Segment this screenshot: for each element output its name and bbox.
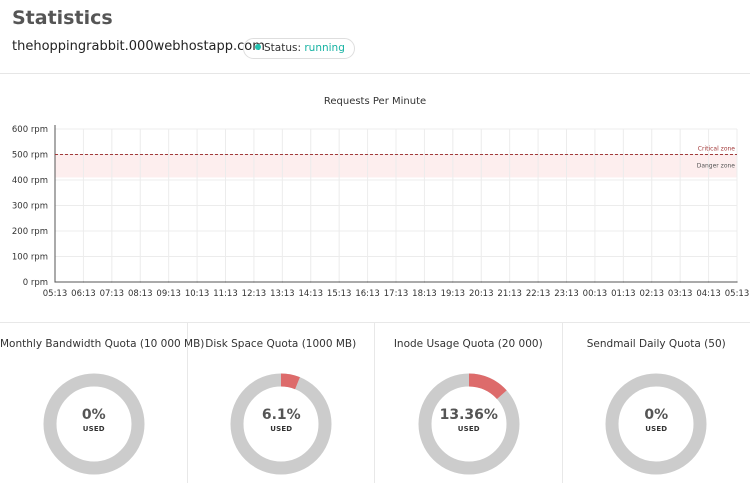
x-tick-label: 23:13	[554, 289, 579, 299]
quota-card: Sendmail Daily Quota (50) 0% USED	[563, 323, 750, 483]
x-tick-label: 01:13	[611, 289, 636, 299]
x-tick-label: 07:13	[100, 289, 125, 299]
series-point	[679, 281, 681, 283]
quota-card: Monthly Bandwidth Quota (10 000 MB) 0% USE…	[0, 323, 205, 483]
usage-percent: 13.36%	[439, 407, 498, 423]
series-point	[452, 281, 454, 283]
quota-panel: Monthly Bandwidth Quota (10 000 MB) 0% USE…	[0, 323, 750, 483]
series-point	[253, 281, 255, 283]
used-label: USED	[457, 425, 480, 433]
x-tick-label: 19:13	[441, 289, 466, 299]
requests-chart-card: 600 rpm 500 rpm 400 rpm 300 rpm 200 rpm 100 r…	[0, 82, 750, 314]
quota-title: Monthly Bandwidth Quota (10 000 MB)	[0, 338, 205, 350]
x-tick-label: 21:13	[497, 289, 522, 299]
quota-title: Sendmail Daily Quota (50)	[586, 338, 726, 350]
y-tick-label: 500 rpm	[12, 151, 48, 161]
series-point	[565, 281, 568, 283]
x-tick-label: 17:13	[384, 289, 409, 299]
y-tick-label: 400 rpm	[12, 176, 48, 186]
page-header: Statistics thehoppingrabbit.000webhostap…	[0, 0, 750, 74]
y-tick-label: 300 rpm	[12, 202, 48, 212]
used-label: USED	[645, 425, 668, 433]
quota-title: Inode Usage Quota (20 000)	[393, 338, 543, 350]
y-tick-label: 0 rpm	[23, 278, 48, 288]
usage-percent: 0%	[644, 407, 669, 423]
usage-percent: 6.1%	[261, 407, 301, 423]
x-tick-label: 06:13	[71, 289, 96, 299]
quota-card: Disk Space Quota (1000 MB) 6.1% USED	[188, 323, 375, 483]
series-point	[366, 281, 369, 283]
series-point	[537, 281, 539, 283]
usage-percent: 0%	[81, 407, 106, 423]
series-point	[281, 281, 283, 283]
x-tick-label: 18:13	[412, 289, 437, 299]
usage-donut: 6.1% USED	[230, 373, 332, 475]
usage-donut: 0% USED	[43, 373, 145, 475]
series-point	[651, 281, 653, 283]
x-tick-label: 20:13	[469, 289, 494, 299]
y-tick-label: 100 rpm	[12, 253, 48, 263]
usage-donut: 0% USED	[605, 373, 707, 475]
x-tick-label: 13:13	[270, 289, 295, 299]
x-tick-label: 12:13	[242, 289, 267, 299]
x-tick-label: 09:13	[156, 289, 181, 299]
series-point	[594, 281, 596, 283]
x-tick-label: 11:13	[213, 289, 238, 299]
donut-track	[230, 373, 332, 475]
series-point	[736, 281, 738, 283]
series-point	[82, 281, 85, 283]
status-badge: Status: running	[243, 38, 355, 59]
x-tick-label: 10:13	[185, 289, 210, 299]
donut-ring	[43, 373, 145, 475]
series-point	[139, 281, 141, 283]
series-point	[480, 281, 482, 283]
donut-ring	[230, 373, 332, 475]
donut-track	[43, 373, 145, 475]
status-label: Status:	[264, 42, 301, 54]
series-point	[622, 281, 624, 283]
x-tick-label: 00:13	[583, 289, 608, 299]
x-tick-label: 15:13	[327, 289, 352, 299]
page-title: Statistics	[12, 7, 113, 29]
donut-ring	[418, 373, 520, 475]
x-tick-label: 03:13	[668, 289, 693, 299]
x-tick-label: 04:13	[696, 289, 721, 299]
series-point	[509, 281, 511, 283]
series-point	[707, 281, 710, 283]
requests-chart: 600 rpm 500 rpm 400 rpm 300 rpm 200 rpm 100 r…	[12, 125, 750, 299]
x-tick-label: 16:13	[355, 289, 380, 299]
danger-zone-label: Danger zone	[697, 163, 736, 170]
used-label: USED	[82, 425, 105, 433]
x-tick-label: 08:13	[128, 289, 153, 299]
series-point	[196, 281, 198, 283]
site-domain: thehoppingrabbit.000webhostapp.com	[12, 39, 265, 54]
series-point	[168, 281, 170, 283]
quota-title: Disk Space Quota (1000 MB)	[205, 338, 357, 350]
x-tick-label: 05:13	[43, 289, 68, 299]
status-dot-icon	[255, 44, 261, 50]
critical-zone-label: Critical zone	[698, 146, 736, 153]
donut-ring	[605, 373, 707, 475]
usage-donut: 13.36% USED	[418, 373, 520, 475]
series-point	[338, 281, 340, 283]
x-tick-label: 14:13	[299, 289, 324, 299]
x-tick-label: 22:13	[526, 289, 551, 299]
used-label: USED	[270, 425, 293, 433]
chart-title: Requests Per Minute	[323, 96, 427, 107]
series-point	[423, 281, 426, 283]
donut-track	[605, 373, 707, 475]
series-point	[224, 281, 227, 283]
status-value: running	[304, 42, 345, 54]
series-point	[111, 281, 113, 283]
series-point	[395, 281, 397, 283]
y-tick-label: 600 rpm	[12, 125, 48, 135]
quota-card: Inode Usage Quota (20 000) 13.36% USED	[375, 323, 563, 483]
y-tick-label: 200 rpm	[12, 227, 48, 237]
series-point	[54, 281, 56, 283]
x-tick-label: 02:13	[640, 289, 665, 299]
x-tick-label: 05:13	[725, 289, 750, 299]
series-point	[310, 281, 312, 283]
